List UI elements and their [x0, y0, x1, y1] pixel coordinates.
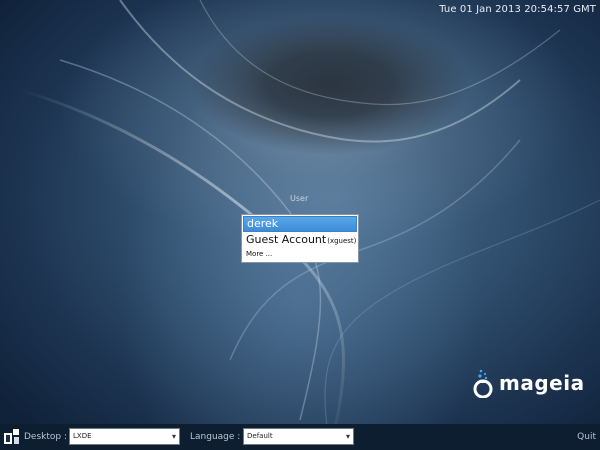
desktop-select[interactable]: LXDE ▾ [69, 428, 180, 445]
desktop-label: Desktop : [24, 432, 68, 442]
user-label: User [290, 194, 309, 203]
desktop-select-value: LXDE [73, 432, 92, 440]
chevron-down-icon: ▾ [345, 432, 350, 441]
user-display-name: Guest Account [246, 233, 327, 246]
quit-button[interactable]: Quit [577, 432, 596, 442]
chevron-down-icon: ▾ [171, 432, 176, 441]
language-select-value: Default [247, 432, 273, 440]
clock: Tue 01 Jan 2013 20:54:57 GMT [439, 4, 596, 15]
login-screen: Tue 01 Jan 2013 20:54:57 GMT User derek … [0, 0, 600, 450]
bottom-bar: Desktop : LXDE ▾ Language : Default ▾ Qu… [0, 424, 600, 450]
user-login-name: (xguest) [327, 237, 357, 245]
user-display-name: derek [247, 217, 279, 230]
language-label: Language : [190, 432, 241, 442]
logo-text: mageia [499, 371, 585, 395]
language-select[interactable]: Default ▾ [243, 428, 354, 445]
more-users-item[interactable]: More ... [243, 248, 357, 261]
mageia-cauldron-icon [473, 369, 493, 398]
user-list[interactable]: derek Guest Account(xguest) More ... [241, 214, 359, 263]
user-item-derek[interactable]: derek [243, 216, 357, 232]
session-icon [4, 429, 19, 444]
user-item-guest[interactable]: Guest Account(xguest) [243, 232, 357, 248]
